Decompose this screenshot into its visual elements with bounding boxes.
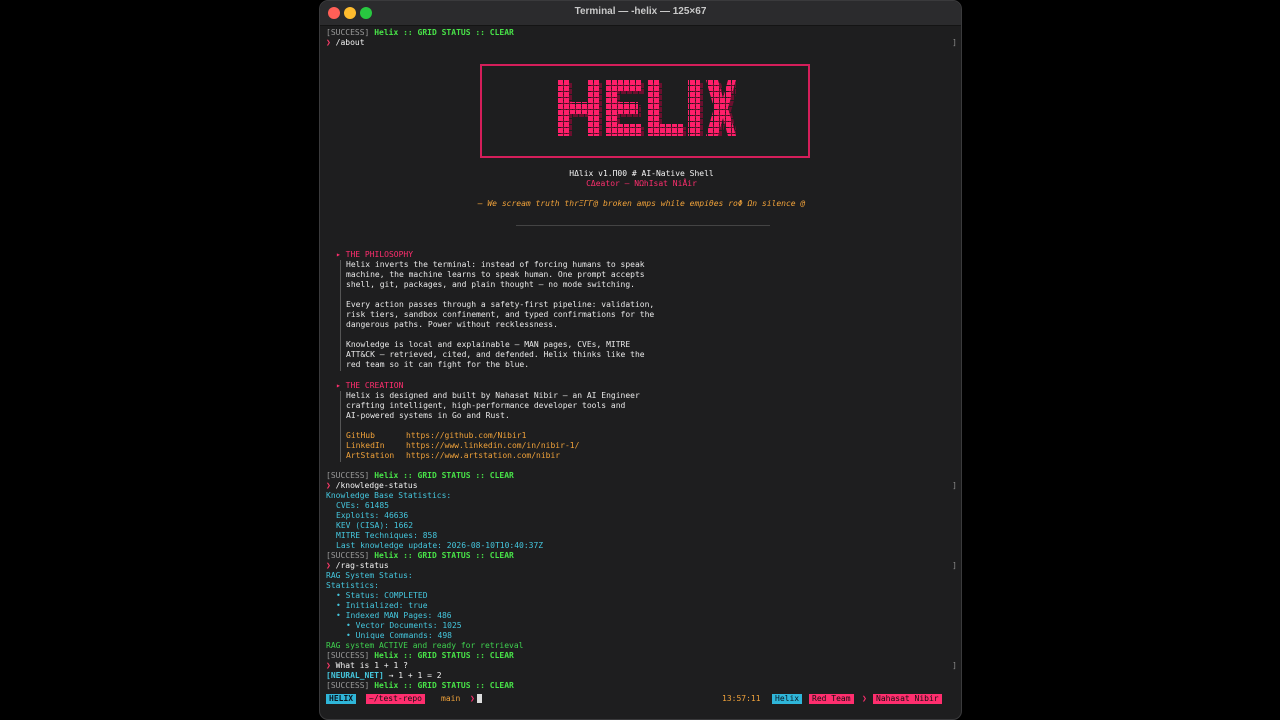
philosophy-line: risk tiers, sandbox confinement, and typ… <box>346 310 655 319</box>
mark-bracket: ] <box>952 561 957 570</box>
rag-indexed: • Indexed MAN Pages: 486 <box>336 611 452 620</box>
creation-line: Helix is designed and built by Nahasat N… <box>346 391 640 400</box>
version-line: HΔlix v1.Π00 # AI-Native Shell <box>569 169 714 178</box>
terminal-window[interactable]: Terminal — -helix — 125×67 [SUCCESS] Hel… <box>319 0 962 720</box>
title-bar[interactable]: Terminal — -helix — 125×67 <box>320 1 961 26</box>
prompt-line: ❯ /knowledge-status <box>326 481 418 490</box>
creation-line: AI-powered systems in Go and Rust. <box>346 411 510 420</box>
mark-bracket: ] <box>952 38 957 47</box>
knowledge-mitre: MITRE Techniques: 858 <box>336 531 438 540</box>
linkedin-link[interactable]: https://www.linkedin.com/in/nibir-1/ <box>406 441 579 451</box>
rag-status: • Status: COMPLETED <box>336 591 428 600</box>
linkedin-label: LinkedIn <box>346 441 385 450</box>
app-badge: HELIX <box>326 694 357 704</box>
input-cursor[interactable] <box>477 694 482 704</box>
answer-line: [NEURAL_NET] → 1 + 1 = 2 <box>326 671 442 680</box>
divider <box>516 225 770 226</box>
terminal-output[interactable]: [SUCCESS] Helix :: GRID STATUS :: CLEAR … <box>326 28 957 719</box>
artstation-link[interactable]: https://www.artstation.com/nibir <box>406 451 560 461</box>
rag-stats-title: Statistics: <box>326 581 379 590</box>
red-team-tag: Red Team <box>809 694 854 704</box>
rag-vector: • Vector Documents: 1025 <box>346 621 462 630</box>
creation-line: crafting intelligent, high-performance d… <box>346 401 626 410</box>
clock: 13:57:11 <box>722 694 761 703</box>
github-label: GitHub <box>346 431 375 440</box>
rag-active: RAG system ACTIVE and ready for retrieva… <box>326 641 524 650</box>
knowledge-cves: CVEs: 61485 <box>336 501 389 510</box>
section-rule <box>340 260 341 371</box>
quote-line: — We scream truth thrΞΓΓ@ broken amps wh… <box>477 199 806 208</box>
philosophy-line: Knowledge is local and explainable — MAN… <box>346 340 631 349</box>
window-title: Terminal — -helix — 125×67 <box>574 6 707 17</box>
knowledge-last-update: Last knowledge update: 2026-08-10T10:40:… <box>336 541 544 550</box>
rag-unique: • Unique Commands: 498 <box>346 631 452 640</box>
mark-bracket: ] <box>952 661 957 670</box>
philosophy-line: Every action passes through a safety-fir… <box>346 300 655 309</box>
user-tag: Nahasat Nibir <box>873 694 942 704</box>
knowledge-exploits: Exploits: 46636 <box>336 511 409 520</box>
rag-title: RAG System Status: <box>326 571 413 580</box>
section-rule <box>340 391 341 462</box>
philosophy-line: shell, git, packages, and plain thought … <box>346 280 635 289</box>
artstation-label: ArtStation <box>346 451 395 460</box>
success-line: [SUCCESS] Helix :: GRID STATUS :: CLEAR <box>326 28 514 37</box>
helix-logo <box>558 80 736 136</box>
knowledge-title: Knowledge Base Statistics: <box>326 491 452 500</box>
knowledge-kev: KEV (CISA): 1662 <box>336 521 414 530</box>
success-line: [SUCCESS] Helix :: GRID STATUS :: CLEAR <box>326 471 514 480</box>
branch-label: main <box>441 694 461 703</box>
prompt-line: ❯ What is 1 + 1 ? <box>326 661 408 670</box>
path-badge: ~/test-repo <box>366 694 425 704</box>
philosophy-line: dangerous paths. Power without recklessn… <box>346 320 558 329</box>
helix-banner <box>480 64 810 158</box>
philosophy-line: machine, the machine learns to speak hum… <box>346 270 645 279</box>
github-link[interactable]: https://github.com/Nibir1 <box>406 431 526 441</box>
philosophy-line: Helix inverts the terminal: instead of f… <box>346 260 645 269</box>
success-line: [SUCCESS] Helix :: GRID STATUS :: CLEAR <box>326 551 514 560</box>
prompt-line: ❯ /about <box>326 38 365 47</box>
philosophy-heading: ▸ THE PHILOSOPHY <box>336 250 414 259</box>
creator-line: CΔeator — NΩhIsat NiÅir <box>586 179 697 188</box>
prompt-status-bar: HELIX ~/test-repo main ❯ 13:57:11 Helix … <box>326 694 957 704</box>
philosophy-line: ATT&CK — retrieved, cited, and defended.… <box>346 350 645 359</box>
creation-heading: ▸ THE CREATION <box>336 381 404 390</box>
prompt-line: ❯ /rag-status <box>326 561 389 570</box>
rag-initialized: • Initialized: true <box>336 601 428 610</box>
separator-arrow: ❯ <box>862 694 867 703</box>
success-line: [SUCCESS] Helix :: GRID STATUS :: CLEAR <box>326 681 514 690</box>
philosophy-line: red team so it can fight for the blue. <box>346 360 530 369</box>
success-line: [SUCCESS] Helix :: GRID STATUS :: CLEAR <box>326 651 514 660</box>
mark-bracket: ] <box>952 481 957 490</box>
helix-tag: Helix <box>772 694 803 704</box>
